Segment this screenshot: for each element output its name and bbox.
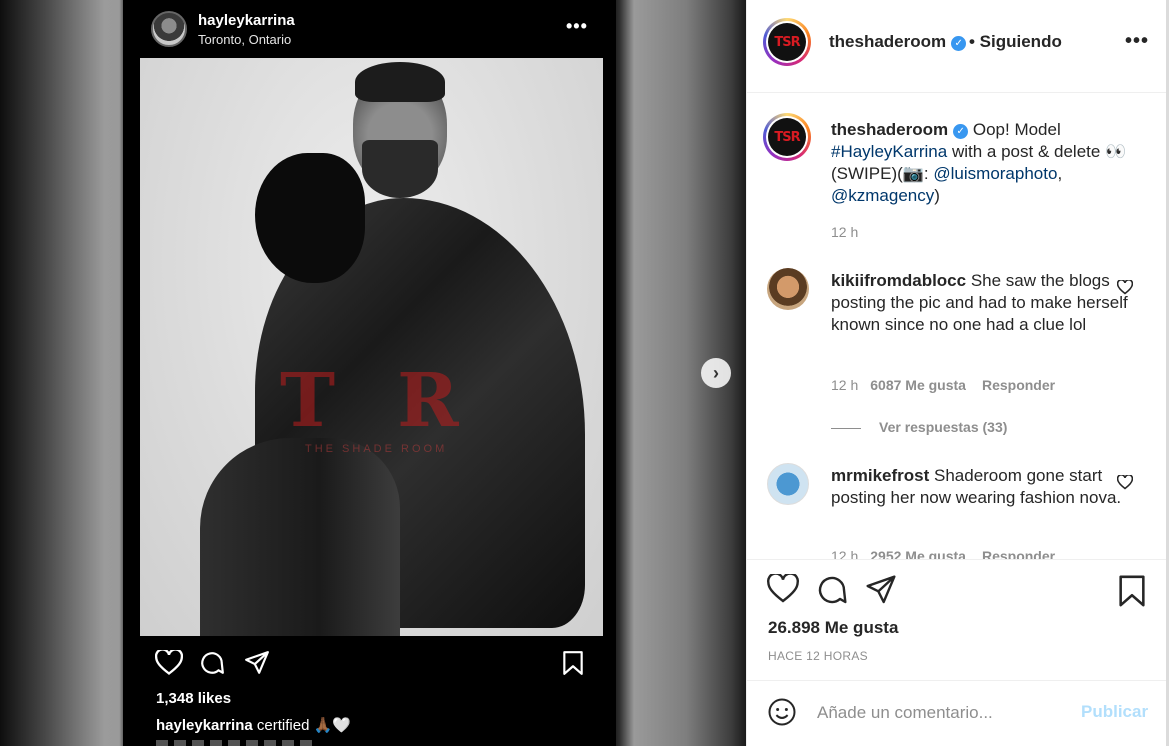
- tsr-logo: TSR: [768, 118, 806, 156]
- embedded-photo: TR THE SHADE ROOM: [140, 58, 603, 636]
- caption-text: theshaderoom ✓ Oop! Model #HayleyKarrina …: [831, 119, 1131, 207]
- view-replies-label[interactable]: Ver respuestas (33): [879, 419, 1007, 435]
- photo-figure-hair: [355, 62, 445, 102]
- mention-link-luismoraphoto[interactable]: @luismoraphoto: [933, 164, 1057, 183]
- header-username[interactable]: theshaderoom ✓: [829, 32, 967, 52]
- hashtag-link[interactable]: #HayleyKarrina: [831, 142, 947, 161]
- commenter-avatar[interactable]: [767, 268, 809, 310]
- embedded-bookmark-icon: [563, 651, 583, 675]
- header-avatar[interactable]: TSR: [763, 18, 811, 66]
- comment-username[interactable]: kikiifromdablocc: [831, 271, 966, 290]
- comment-icon[interactable]: [816, 574, 848, 606]
- like-heart-icon[interactable]: [767, 574, 799, 604]
- comment-meta: 12 h 6087 Me gusta Responder: [831, 377, 1055, 393]
- comment-time[interactable]: 12 h: [831, 548, 858, 559]
- embedded-share-icon: [245, 651, 269, 674]
- next-slide-button[interactable]: ›: [701, 358, 731, 388]
- header-username-text[interactable]: theshaderoom: [829, 32, 946, 51]
- embedded-location: Toronto, Ontario: [198, 32, 292, 47]
- reply-button[interactable]: Responder: [982, 548, 1055, 559]
- reply-button[interactable]: Responder: [982, 377, 1055, 393]
- embedded-more-icon: •••: [566, 16, 588, 36]
- caption-username[interactable]: theshaderoom: [831, 120, 948, 139]
- caption-text-part: Oop! Model: [968, 120, 1061, 139]
- bookmark-icon[interactable]: [1117, 574, 1147, 608]
- comment-meta: 12 h 2952 Me gusta Responder: [831, 548, 1055, 559]
- embedded-screenshot: hayleykarrina Toronto, Ontario ••• TR TH…: [123, 0, 616, 746]
- commenter-avatar[interactable]: [767, 463, 809, 505]
- watermark-logo: TR: [280, 358, 521, 444]
- post-timestamp[interactable]: HACE 12 HORAS: [768, 649, 868, 663]
- publish-button[interactable]: Publicar: [1081, 702, 1148, 722]
- embedded-caption-text: certified 🙏🏾🤍: [252, 717, 351, 734]
- comment-text: kikiifromdablocc She saw the blogs posti…: [831, 270, 1131, 336]
- embedded-likes: 1,348 likes: [156, 690, 232, 707]
- more-options-icon[interactable]: •••: [1125, 30, 1149, 53]
- embedded-username: hayleykarrina: [198, 12, 295, 29]
- comment-input[interactable]: [817, 700, 1067, 726]
- comment-username[interactable]: mrmikefrost: [831, 466, 929, 485]
- comment-like-heart-icon[interactable]: [1117, 280, 1133, 295]
- caption-timestamp[interactable]: 12 h: [831, 224, 858, 240]
- replies-line: [831, 427, 861, 429]
- view-replies-button[interactable]: Ver respuestas (33): [831, 419, 1007, 435]
- emoji-icon[interactable]: [767, 697, 797, 727]
- tsr-logo: TSR: [768, 23, 806, 61]
- caption-separator: ,: [1057, 164, 1063, 183]
- share-icon[interactable]: [865, 574, 897, 606]
- mention-link-kzmagency[interactable]: @kzmagency: [831, 186, 934, 205]
- photo-figure-woman-hair: [255, 153, 365, 283]
- watermark-text: THE SHADE ROOM: [305, 443, 448, 455]
- verified-badge-icon: ✓: [951, 36, 967, 51]
- embedded-comment-icon: [201, 652, 224, 674]
- comment-like-heart-icon[interactable]: [1117, 475, 1133, 490]
- following-button[interactable]: • Siguiendo: [969, 32, 1062, 52]
- comments-section[interactable]: TSR theshaderoom ✓ Oop! Model #HayleyKarr…: [747, 93, 1167, 559]
- embedded-cutoff-text: [156, 740, 316, 746]
- input-divider: [747, 680, 1167, 681]
- embedded-caption: hayleykarrina certified 🙏🏾🤍: [156, 716, 351, 734]
- comment-text: mrmikefrost Shaderoom gone start posting…: [831, 465, 1131, 509]
- embedded-avatar: [151, 11, 187, 47]
- actions-divider: [747, 559, 1167, 560]
- photo-figure-woman: [200, 438, 400, 636]
- caption-avatar[interactable]: TSR: [763, 113, 811, 161]
- photo-figure-beard: [362, 140, 438, 198]
- caption-text-part: ): [934, 186, 940, 205]
- verified-badge-icon: ✓: [953, 124, 969, 139]
- likes-count[interactable]: 26.898 Me gusta: [768, 618, 898, 638]
- comment-likes[interactable]: 6087 Me gusta: [870, 377, 966, 393]
- post-media-pane: hayleykarrina Toronto, Ontario ••• TR TH…: [0, 0, 746, 746]
- embedded-caption-username: hayleykarrina: [156, 717, 253, 734]
- comment-likes[interactable]: 2952 Me gusta: [870, 548, 966, 559]
- embedded-heart-icon: [155, 650, 183, 675]
- comment-time[interactable]: 12 h: [831, 377, 858, 393]
- post-info-panel: TSR theshaderoom ✓ • Siguiendo ••• TSR th…: [746, 0, 1167, 746]
